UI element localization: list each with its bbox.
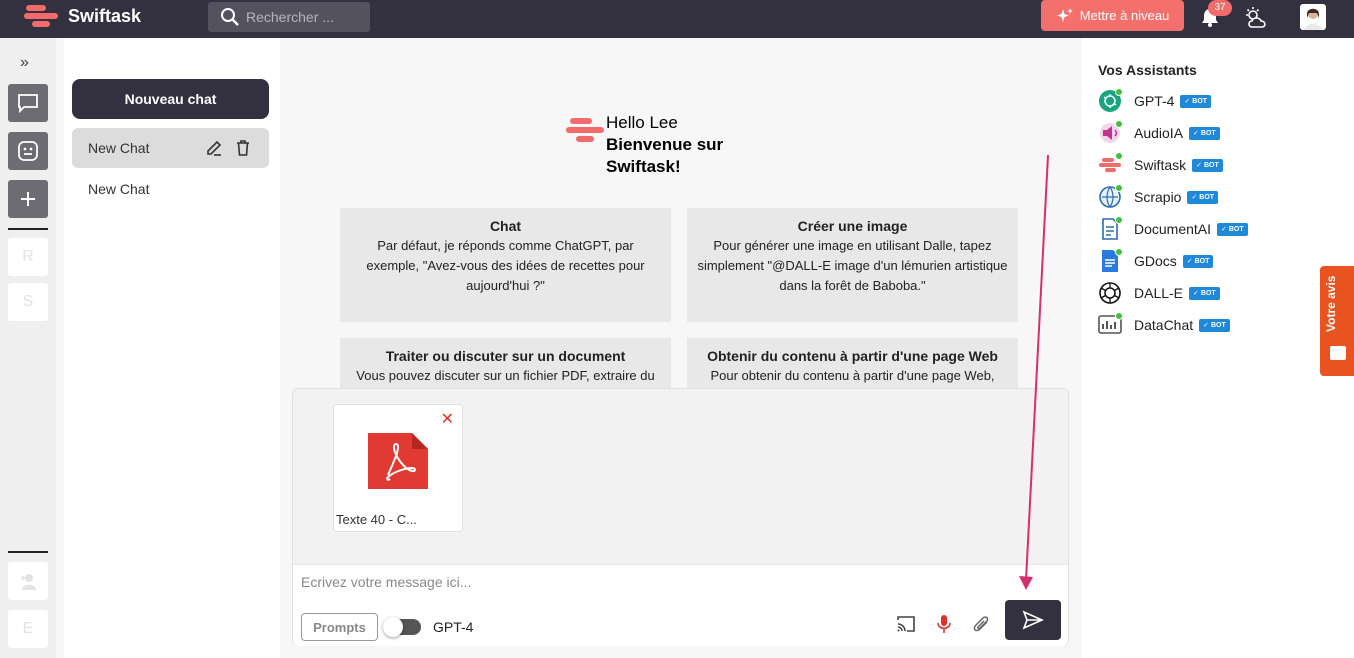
app-logo[interactable]: Swiftask — [22, 3, 141, 29]
card-body: Pour générer une image en utilisant Dall… — [697, 238, 1008, 293]
assistant-nav-button[interactable] — [8, 132, 48, 170]
left-rail: » R S E — [0, 38, 56, 658]
card-body: Vous pouvez discuter sur un fichier PDF,… — [356, 368, 655, 383]
attachment-icon[interactable] — [969, 611, 995, 637]
app-name: Swiftask — [68, 5, 142, 26]
assistant-item[interactable]: AudioIA ✓ BOT — [1098, 120, 1220, 146]
edit-icon[interactable] — [205, 139, 223, 157]
chat-list-item[interactable]: New Chat — [72, 128, 269, 168]
microphone-icon[interactable] — [931, 611, 957, 637]
assistants-title: Vos Assistants — [1098, 62, 1197, 78]
suggestion-card-document[interactable]: Traiter ou discuter sur un document Vous… — [340, 338, 671, 388]
notification-count-badge: 37 — [1208, 0, 1232, 16]
add-user-icon — [21, 574, 36, 590]
feedback-smile-icon — [1330, 346, 1346, 360]
rail-divider — [8, 228, 48, 230]
model-toggle[interactable] — [383, 617, 421, 637]
chat-title: New Chat — [88, 181, 150, 197]
rail-divider-bottom — [8, 551, 48, 553]
bot-badge: ✓ BOT — [1217, 222, 1248, 236]
upgrade-label: Mettre à niveau — [1079, 8, 1170, 23]
bot-badge: ✓ BOT — [1180, 94, 1212, 108]
attached-file[interactable]: ✕ Texte 40 - C... — [333, 404, 463, 532]
datachat-icon — [1098, 312, 1123, 337]
assistant-item[interactable]: Scrapio ✓ BOT — [1098, 184, 1219, 210]
assistant-item[interactable]: GDocs ✓ BOT — [1098, 248, 1214, 274]
card-body: Pour obtenir du contenu à partir d'une p… — [710, 368, 995, 383]
feedback-label: Votre avis — [1324, 275, 1338, 332]
card-body: Par défaut, je réponds comme ChatGPT, pa… — [366, 238, 645, 293]
weather-icon[interactable] — [1243, 5, 1271, 36]
welcome-brand: Swiftask! — [606, 157, 681, 176]
upgrade-button[interactable]: Mettre à niveau — [1041, 0, 1184, 31]
feedback-tab[interactable]: Votre avis — [1320, 266, 1354, 376]
pdf-file-icon — [368, 433, 428, 489]
chat-nav-button[interactable] — [8, 84, 48, 122]
bot-badge: ✓ BOT — [1189, 126, 1220, 140]
cast-icon[interactable] — [893, 611, 919, 637]
bot-badge: ✓ BOT — [1187, 190, 1219, 204]
bot-badge: ✓ BOT — [1182, 254, 1214, 268]
new-chat-button[interactable]: Nouveau chat — [72, 79, 269, 119]
sparkle-icon — [1056, 7, 1073, 22]
suggestion-card-chat[interactable]: Chat Par défaut, je réponds comme ChatGP… — [340, 208, 671, 322]
document-icon — [1098, 216, 1123, 241]
card-title: Chat — [489, 218, 522, 234]
bot-badge: ✓ BOT — [1189, 286, 1220, 300]
add-user-button[interactable] — [8, 562, 48, 600]
robot-face-icon — [18, 141, 38, 161]
workspace-s[interactable]: S — [8, 283, 48, 321]
chat-title: New Chat — [88, 140, 150, 156]
prompts-button[interactable]: Prompts — [301, 613, 378, 641]
model-label: GPT-4 — [433, 619, 474, 635]
card-title: Obtenir du contenu à partir d'une page W… — [707, 348, 998, 364]
assistant-item[interactable]: Swiftask ✓ BOT — [1098, 152, 1223, 178]
assistants-panel: Vos Assistants GPT-4 ✓ BOT AudioIA ✓ BOT… — [1082, 38, 1354, 658]
expand-sidebar-icon[interactable]: » — [20, 54, 29, 72]
card-title: Créer une image — [797, 218, 908, 234]
welcome-line: Bienvenue sur — [606, 135, 724, 154]
gdocs-icon — [1098, 248, 1123, 273]
add-workspace-button[interactable] — [8, 180, 48, 218]
message-composer: ✕ Texte 40 - C... Prompts GPT-4 — [292, 388, 1069, 646]
swiftask-icon — [1098, 152, 1123, 177]
workspace-e[interactable]: E — [8, 610, 48, 648]
welcome-header: Hello Lee Bienvenue sur Swiftask! — [566, 112, 723, 178]
audio-icon — [1098, 120, 1123, 145]
openai-icon — [1098, 88, 1123, 113]
swiftask-logo-icon — [566, 118, 606, 148]
workspace-r[interactable]: R — [8, 238, 48, 276]
greeting: Hello Lee — [606, 113, 678, 132]
search-box[interactable] — [208, 2, 370, 32]
suggestion-card-image[interactable]: Créer une image Pour générer une image e… — [687, 208, 1018, 322]
search-icon — [221, 8, 239, 26]
search-input[interactable] — [246, 9, 366, 25]
file-name: Texte 40 - C... — [336, 512, 417, 527]
scrapio-icon — [1098, 184, 1123, 209]
openai-icon — [1098, 281, 1122, 305]
assistant-item[interactable]: DALL-E ✓ BOT — [1098, 280, 1220, 306]
send-icon — [1022, 610, 1044, 630]
chat-bubble-icon — [18, 94, 38, 113]
swiftask-logo-icon — [22, 3, 60, 29]
chat-list-panel: Nouveau chat New Chat New Chat — [64, 38, 280, 658]
message-input-box: Prompts GPT-4 — [293, 564, 1068, 646]
user-avatar[interactable] — [1300, 4, 1326, 30]
top-bar: Swiftask Mettre à niveau 37 — [0, 0, 1354, 38]
assistant-item[interactable]: DataChat ✓ BOT — [1098, 312, 1230, 338]
send-button[interactable] — [1005, 600, 1061, 640]
suggestion-card-webpage[interactable]: Obtenir du contenu à partir d'une page W… — [687, 338, 1018, 388]
trash-icon[interactable] — [235, 139, 251, 157]
bot-badge: ✓ BOT — [1192, 158, 1223, 172]
main-chat-area: Hello Lee Bienvenue sur Swiftask! Chat P… — [280, 38, 1082, 658]
message-input[interactable] — [301, 571, 1001, 593]
chat-list-item[interactable]: New Chat — [72, 169, 269, 209]
card-title: Traiter ou discuter sur un document — [385, 348, 626, 364]
plus-icon — [21, 192, 35, 206]
assistant-item[interactable]: GPT-4 ✓ BOT — [1098, 88, 1212, 114]
bot-badge: ✓ BOT — [1199, 318, 1230, 332]
remove-file-icon[interactable]: ✕ — [441, 409, 454, 429]
assistant-item[interactable]: DocumentAI ✓ BOT — [1098, 216, 1248, 242]
